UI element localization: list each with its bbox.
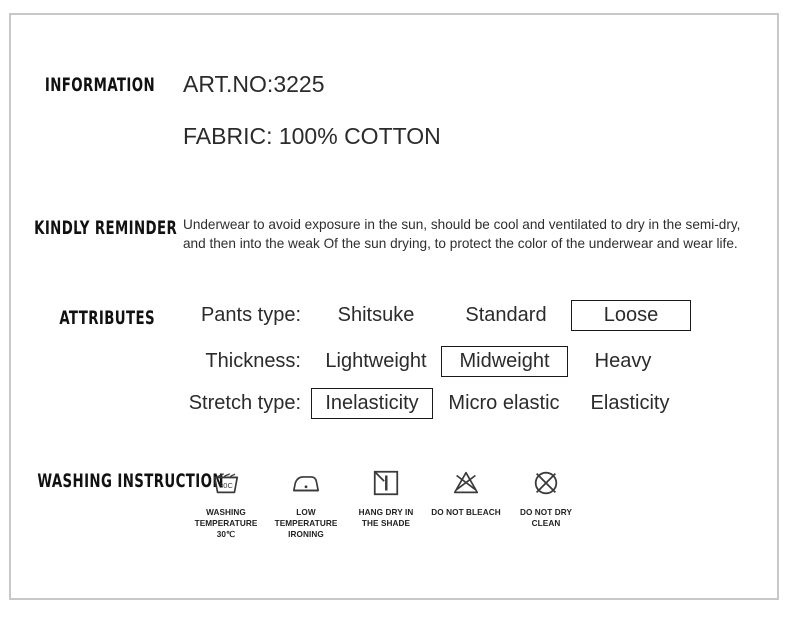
care-caption-do-not-bleach: DO NOT BLEACH xyxy=(431,508,501,517)
attribute-label-pants-type: Pants type: xyxy=(200,303,301,326)
hang-dry-in-shade-icon xyxy=(373,470,399,496)
section-label-washing-instruction: WASHING INSTRUCTION xyxy=(37,470,224,492)
care-caption-low-temperature-ironing: LOW TEMPERATURE IRONING xyxy=(274,508,338,539)
attribute-label-thickness: Thickness: xyxy=(205,349,301,372)
attribute-option-elasticity[interactable]: Elasticity xyxy=(575,388,685,419)
kindly-reminder-line-1: Underwear to avoid exposure in the sun, … xyxy=(183,217,741,232)
section-label-information: INFORMATION xyxy=(44,74,155,96)
attribute-row-pants-type: Pants type: Shitsuke Standard Loose xyxy=(183,298,691,332)
care-item-washing-temperature: 30C WASHING TEMPERATURE 30℃ xyxy=(186,468,266,540)
attribute-option-loose[interactable]: Loose xyxy=(571,299,691,331)
attribute-option-inelasticity[interactable]: Inelasticity xyxy=(311,387,433,419)
care-item-low-temperature-ironing: LOW TEMPERATURE IRONING xyxy=(266,468,346,540)
wash-tub-30c-icon: 30C xyxy=(213,473,239,494)
attribute-row-stretch-type: Stretch type: Inelasticity Micro elastic… xyxy=(183,386,685,420)
attribute-option-standard[interactable]: Standard xyxy=(441,300,571,331)
care-caption-hang-dry-in-shade: HANG DRY IN THE SHADE xyxy=(358,508,414,528)
information-art-no: ART.NO:3225 xyxy=(183,71,325,97)
attribute-option-shitsuke[interactable]: Shitsuke xyxy=(311,300,441,331)
care-caption-do-not-dry-clean: DO NOT DRY CLEAN xyxy=(519,508,573,528)
section-label-attributes: ATTRIBUTES xyxy=(59,307,156,329)
care-caption-washing-temperature: WASHING TEMPERATURE 30℃ xyxy=(194,508,258,539)
care-item-do-not-dry-clean: DO NOT DRY CLEAN xyxy=(506,468,586,529)
care-symbol-row: 30C WASHING TEMPERATURE 30℃ LOW TEMPERAT… xyxy=(186,468,586,540)
care-item-hang-dry-in-shade: HANG DRY IN THE SHADE xyxy=(346,468,426,529)
care-label-sheet: INFORMATION ART.NO:3225 FABRIC: 100% COT… xyxy=(0,0,790,631)
do-not-dry-clean-icon xyxy=(534,471,558,495)
section-label-kindly-reminder: KINDLY REMINDER xyxy=(34,217,178,239)
svg-text:30C: 30C xyxy=(219,481,233,490)
attribute-label-stretch-type: Stretch type: xyxy=(188,391,301,414)
kindly-reminder-line-2: and then into the weak Of the sun drying… xyxy=(183,236,738,251)
information-fabric: FABRIC: 100% COTTON xyxy=(183,123,441,149)
attribute-row-thickness: Thickness: Lightweight Midweight Heavy xyxy=(183,344,678,378)
do-not-bleach-icon xyxy=(453,471,479,494)
care-item-do-not-bleach: DO NOT BLEACH xyxy=(426,468,506,518)
low-temperature-iron-icon xyxy=(292,476,320,492)
attribute-option-heavy[interactable]: Heavy xyxy=(568,346,678,377)
attribute-option-micro-elastic[interactable]: Micro elastic xyxy=(433,388,575,419)
attribute-option-midweight[interactable]: Midweight xyxy=(441,345,568,377)
kindly-reminder-text: Underwear to avoid exposure in the sun, … xyxy=(183,215,765,253)
attribute-option-lightweight[interactable]: Lightweight xyxy=(311,346,441,377)
